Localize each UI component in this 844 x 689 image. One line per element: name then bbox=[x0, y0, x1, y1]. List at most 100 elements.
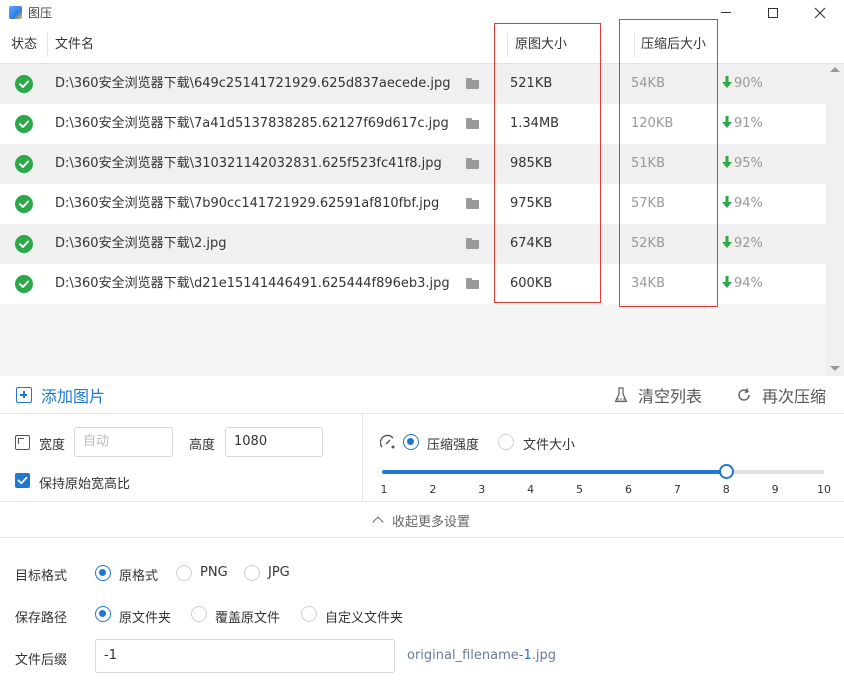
chevron-up-icon bbox=[372, 516, 384, 528]
mode-filesize-label: 文件大小 bbox=[523, 438, 576, 453]
file-path: D:\360安全浏览器下载\d21e15141446491.625444f896… bbox=[55, 276, 450, 291]
file-path: D:\360安全浏览器下载\2.jpg bbox=[55, 236, 227, 251]
slider-tick-label: 1 bbox=[380, 483, 388, 496]
app-icon bbox=[9, 6, 22, 19]
file-path: D:\360安全浏览器下载\7a41d5137838285.62127f69d6… bbox=[55, 116, 449, 131]
suffix-preview: original_filename-1.jpg bbox=[407, 648, 556, 663]
open-folder-icon[interactable] bbox=[466, 158, 479, 169]
success-check-icon bbox=[15, 75, 33, 93]
reduction-percent: 92% bbox=[722, 224, 763, 264]
reduction-value: 95% bbox=[734, 156, 763, 171]
header-filename[interactable]: 文件名 bbox=[55, 25, 94, 64]
resize-icon bbox=[15, 435, 30, 450]
slider-tick-label: 9 bbox=[771, 483, 779, 496]
action-bar: 添加图片 清空列表 再次压缩 bbox=[0, 376, 844, 414]
save-path-label: 保存路径 bbox=[15, 611, 68, 626]
highlight-compressed-size-column bbox=[619, 19, 718, 307]
mode-filesize-radio[interactable] bbox=[498, 434, 514, 450]
settings-divider bbox=[362, 414, 363, 502]
collapse-label: 收起更多设置 bbox=[391, 514, 470, 530]
vertical-scrollbar[interactable] bbox=[826, 64, 844, 376]
clear-list-button[interactable]: 清空列表 bbox=[614, 376, 702, 414]
success-check-icon bbox=[15, 195, 33, 213]
open-folder-icon[interactable] bbox=[466, 78, 479, 89]
format-jpg-label: JPG bbox=[268, 565, 290, 580]
reduction-percent: 95% bbox=[722, 144, 763, 184]
suffix-preview-ext: .jpg bbox=[531, 648, 556, 663]
compress-mode-icon bbox=[380, 434, 395, 449]
success-check-icon bbox=[15, 155, 33, 173]
recompress-label: 再次压缩 bbox=[762, 387, 827, 406]
add-images-label: 添加图片 bbox=[41, 387, 106, 406]
plus-icon bbox=[16, 387, 32, 403]
slider-tick-label: 2 bbox=[429, 483, 437, 496]
broom-icon bbox=[614, 387, 628, 403]
save-original-folder-radio[interactable] bbox=[95, 606, 111, 622]
file-path: D:\360安全浏览器下载\649c25141721929.625d837aec… bbox=[55, 76, 451, 91]
close-button[interactable] bbox=[797, 0, 843, 25]
suffix-preview-suffix: -1 bbox=[518, 648, 532, 663]
success-check-icon bbox=[15, 115, 33, 133]
slider-tick-label: 3 bbox=[478, 483, 486, 496]
arrow-down-icon bbox=[722, 196, 732, 208]
format-jpg-radio[interactable] bbox=[244, 565, 260, 581]
open-folder-icon[interactable] bbox=[466, 278, 479, 289]
save-custom-folder-label: 自定义文件夹 bbox=[325, 611, 404, 626]
checkmark-icon bbox=[17, 476, 28, 485]
header-status[interactable]: 状态 bbox=[11, 25, 37, 64]
open-folder-icon[interactable] bbox=[466, 238, 479, 249]
arrow-down-icon bbox=[722, 236, 732, 248]
window-title: 图压 bbox=[28, 6, 53, 20]
height-input[interactable]: 1080 bbox=[225, 427, 323, 457]
compression-slider-handle[interactable] bbox=[718, 464, 734, 479]
reduction-percent: 94% bbox=[722, 264, 763, 304]
scroll-down-arrow-icon[interactable] bbox=[830, 366, 840, 371]
success-check-icon bbox=[15, 235, 33, 253]
reduction-value: 91% bbox=[734, 116, 763, 131]
slider-tick-label: 7 bbox=[673, 483, 681, 496]
collapse-settings-toggle[interactable]: 收起更多设置 bbox=[0, 503, 844, 538]
mode-strength-label: 压缩强度 bbox=[427, 438, 480, 453]
save-custom-folder-radio[interactable] bbox=[301, 606, 317, 622]
reduction-value: 94% bbox=[734, 276, 763, 291]
reduction-percent: 91% bbox=[722, 104, 763, 144]
recompress-button[interactable]: 再次压缩 bbox=[736, 376, 826, 414]
arrow-down-icon bbox=[722, 116, 732, 128]
file-path: D:\360安全浏览器下载\7b90cc141721929.62591af810… bbox=[55, 196, 440, 211]
slider-tick-label: 5 bbox=[576, 483, 584, 496]
save-overwrite-radio[interactable] bbox=[191, 606, 207, 622]
maximize-button[interactable] bbox=[750, 0, 796, 25]
width-label: 宽度 bbox=[39, 438, 66, 453]
format-original-label: 原格式 bbox=[119, 569, 159, 584]
arrow-down-icon bbox=[722, 76, 732, 88]
minimize-icon bbox=[721, 12, 731, 13]
suffix-input[interactable]: -1 bbox=[95, 639, 395, 673]
add-images-button[interactable]: 添加图片 bbox=[16, 376, 105, 414]
clear-list-label: 清空列表 bbox=[638, 387, 703, 406]
reduction-percent: 94% bbox=[722, 184, 763, 224]
suffix-label: 文件后缀 bbox=[15, 653, 68, 668]
format-label: 目标格式 bbox=[15, 569, 68, 584]
file-path: D:\360安全浏览器下载\310321142032831.625f523fc4… bbox=[55, 156, 442, 171]
slider-tick-label: 4 bbox=[527, 483, 535, 496]
reduction-percent: 90% bbox=[722, 64, 763, 104]
keep-ratio-label: 保持原始宽高比 bbox=[39, 477, 131, 492]
keep-ratio-checkbox[interactable] bbox=[15, 473, 30, 488]
open-folder-icon[interactable] bbox=[466, 118, 479, 129]
slider-tick-label: 6 bbox=[624, 483, 632, 496]
reduction-value: 92% bbox=[734, 236, 763, 251]
slider-tick-label: 8 bbox=[722, 483, 730, 496]
height-label: 高度 bbox=[189, 438, 216, 453]
reduction-value: 90% bbox=[734, 76, 763, 91]
maximize-icon bbox=[768, 7, 778, 18]
refresh-icon bbox=[738, 388, 750, 401]
format-png-radio[interactable] bbox=[176, 565, 192, 581]
mode-strength-radio[interactable] bbox=[403, 434, 419, 450]
slider-tick-label: 10 bbox=[817, 483, 831, 496]
format-original-radio[interactable] bbox=[95, 565, 111, 581]
arrow-down-icon bbox=[722, 276, 732, 288]
header-divider bbox=[47, 33, 48, 57]
scroll-up-arrow-icon[interactable] bbox=[830, 67, 840, 72]
open-folder-icon[interactable] bbox=[466, 198, 479, 209]
width-input[interactable]: 自动 bbox=[74, 427, 173, 457]
